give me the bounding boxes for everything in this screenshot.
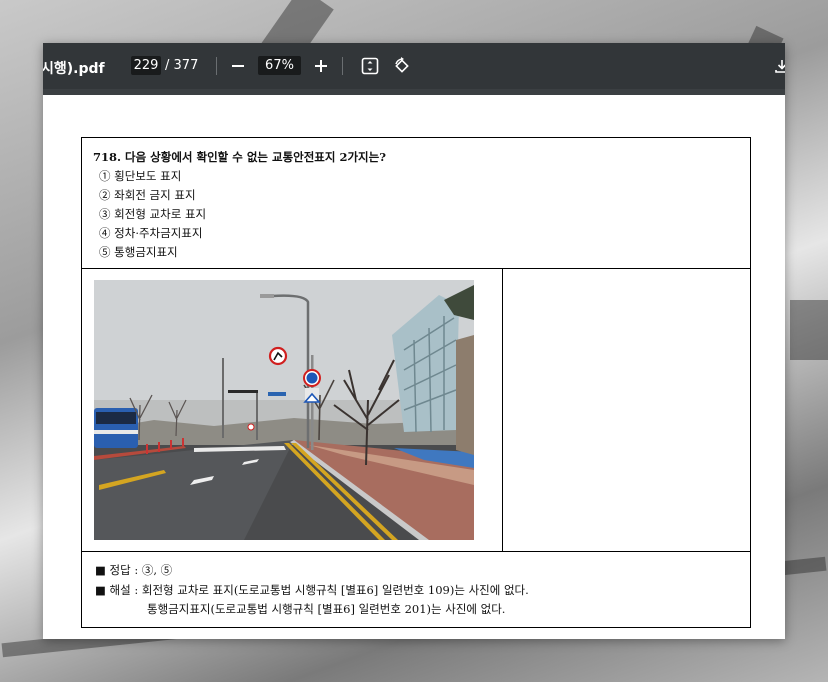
option-item: ① 횡단보도 표지 <box>99 169 182 183</box>
rotate-button[interactable] <box>391 55 413 77</box>
toolbar-divider <box>342 57 343 75</box>
option-item: ② 좌회전 금지 표지 <box>99 188 196 202</box>
option-item: ④ 정차·주차금지표지 <box>99 226 203 240</box>
question-title: 718. 다음 상황에서 확인할 수 없는 교통안전표지 2가지는? <box>93 150 386 164</box>
road-photo <box>94 280 474 540</box>
image-cell <box>82 269 503 551</box>
explanation-line: ■ 해설 : 회전형 교차로 표지(도로교통법 시행규칙 [별표6] 일련번호 … <box>95 583 529 597</box>
zoom-level-input[interactable]: 67% <box>258 56 301 75</box>
page-total: 377 <box>173 58 199 73</box>
plus-icon <box>315 60 327 72</box>
explanation-line: 통행금지표지(도로교통법 시행규칙 [별표6] 일련번호 201)는 사진에 없… <box>147 602 506 616</box>
question-table: 718. 다음 상황에서 확인할 수 없는 교통안전표지 2가지는? ① 횡단보… <box>81 137 751 628</box>
download-icon <box>775 60 785 73</box>
zoom-out-button[interactable] <box>227 55 249 77</box>
fit-to-page-button[interactable] <box>359 55 381 77</box>
document-title: 시행).pdf <box>43 61 105 77</box>
rotate-icon <box>395 57 409 73</box>
zoom-in-button[interactable] <box>310 55 332 77</box>
download-button[interactable] <box>771 55 785 77</box>
option-item: ⑤ 통행금지표지 <box>99 245 178 259</box>
pdf-toolbar: 시행).pdf 229 / 377 67% <box>43 43 785 95</box>
pdf-viewer-window: 시행).pdf 229 / 377 67% 718. 다음 상황에서 확인할 수… <box>43 43 785 639</box>
minus-icon <box>232 65 244 67</box>
wallpaper-shadow <box>790 300 828 360</box>
toolbar-divider <box>216 57 217 75</box>
page-count: / 377 <box>165 58 198 73</box>
option-item: ③ 회전형 교차로 표지 <box>99 207 207 221</box>
page-number-input[interactable]: 229 <box>131 56 161 75</box>
table-divider <box>82 551 750 552</box>
empty-cell <box>503 269 750 551</box>
answer-line: ■ 정답 : ③, ⑤ <box>95 563 173 577</box>
question-cell: 718. 다음 상황에서 확인할 수 없는 교통안전표지 2가지는? ① 횡단보… <box>82 138 750 269</box>
pdf-page: 718. 다음 상황에서 확인할 수 없는 교통안전표지 2가지는? ① 횡단보… <box>43 95 785 639</box>
page-separator: / <box>165 58 170 73</box>
fit-page-icon <box>361 57 379 75</box>
